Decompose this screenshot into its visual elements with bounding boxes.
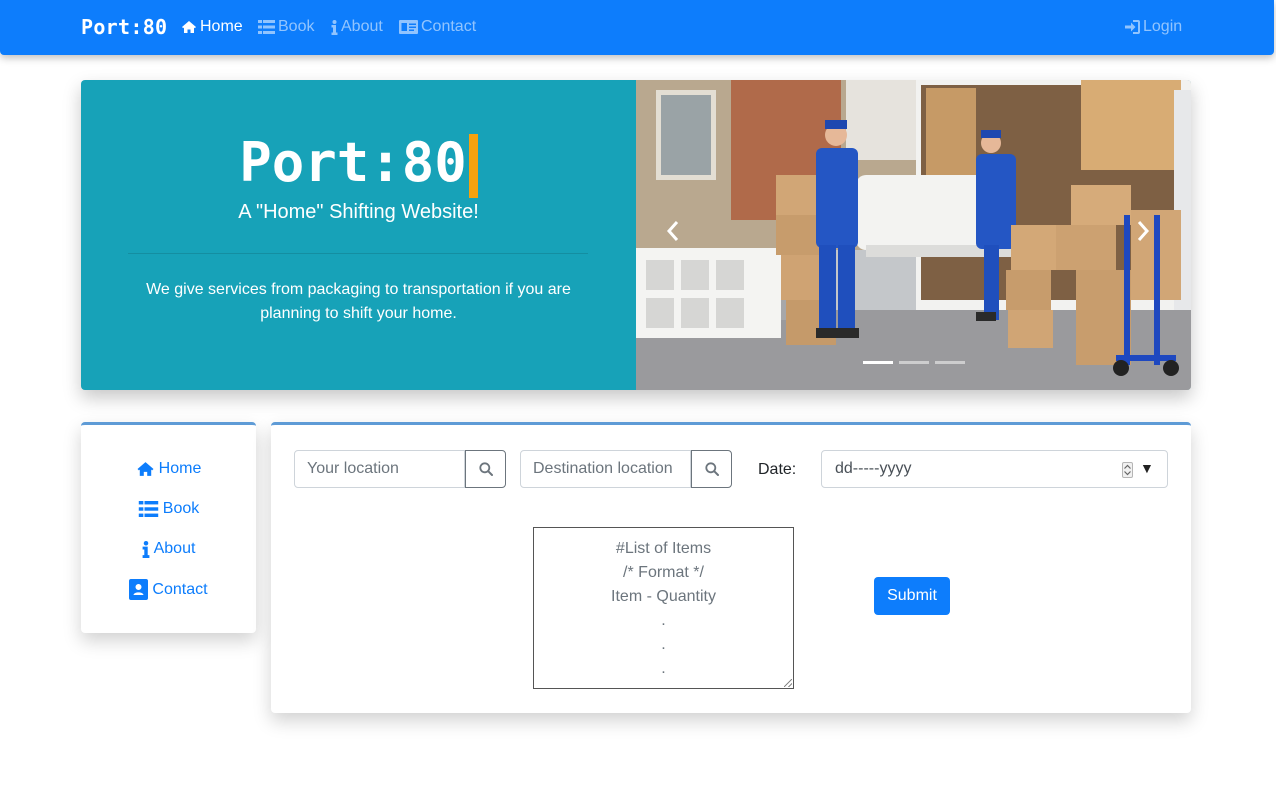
- hero-carousel[interactable]: [636, 80, 1191, 390]
- location-input[interactable]: [294, 450, 465, 488]
- destination-search-button[interactable]: [691, 450, 732, 488]
- info-icon: [331, 19, 338, 35]
- items-line: .: [661, 612, 666, 629]
- items-line: /* Format */: [623, 564, 704, 581]
- hero-description: We give services from packaging to trans…: [146, 281, 571, 322]
- chevron-left-icon[interactable]: [666, 220, 680, 242]
- sidebar-item-label: Contact: [152, 580, 208, 598]
- items-line: .: [661, 636, 666, 653]
- search-icon: [704, 462, 719, 476]
- carousel-indicators: [863, 361, 965, 364]
- nav-login-label: Login: [1143, 18, 1183, 35]
- items-list-textarea[interactable]: #List of Items /* Format */ Item - Quant…: [533, 527, 794, 689]
- nav-contact[interactable]: Contact: [399, 18, 476, 36]
- location-search-button[interactable]: [465, 450, 506, 488]
- carousel-indicator-1[interactable]: [863, 361, 893, 364]
- hero-title-text: Port:80: [239, 131, 467, 194]
- location-input-group: [294, 450, 506, 488]
- hero-divider: [128, 253, 588, 254]
- carousel-indicator-3[interactable]: [935, 361, 965, 364]
- date-value: dd-----yyyy: [835, 460, 912, 477]
- items-line: Item - Quantity: [611, 588, 716, 605]
- sidebar-item-label: Book: [162, 500, 200, 517]
- submit-button[interactable]: Submit: [874, 577, 950, 615]
- hero-subtitle: A "Home" Shifting Website!: [238, 201, 479, 223]
- typing-cursor: [468, 134, 478, 199]
- booking-form-card: Date: dd-----yyyy ▼ #List of Items /* Fo…: [271, 422, 1191, 713]
- search-icon: [478, 462, 493, 476]
- carousel-image: [636, 80, 1191, 390]
- items-line: #List of Items: [615, 540, 712, 557]
- nav-book-label: Book: [278, 18, 315, 35]
- spinner-arrows-icon: [1124, 464, 1131, 476]
- textarea-resize-handle[interactable]: [784, 679, 792, 687]
- nav-home[interactable]: Home: [181, 18, 243, 36]
- sidebar-item-label: Home: [158, 460, 202, 477]
- destination-input[interactable]: [520, 450, 691, 488]
- carousel-indicator-2[interactable]: [899, 361, 929, 364]
- hero-text-panel: Port:80 A "Home" Shifting Website! We gi…: [81, 80, 636, 390]
- items-placeholder: #List of Items /* Format */ Item - Quant…: [534, 537, 793, 681]
- sidebar-nav: Home Book About Contact: [81, 422, 256, 633]
- brand-logo[interactable]: Port:80: [81, 15, 167, 39]
- sidebar-item-book[interactable]: Book: [81, 500, 256, 518]
- sidebar-item-home[interactable]: Home: [81, 460, 256, 478]
- nav-about[interactable]: About: [331, 18, 383, 36]
- info-icon: [142, 540, 149, 558]
- contact-card-icon: [399, 20, 418, 34]
- nav-contact-label: Contact: [421, 18, 477, 35]
- hero-banner: Port:80 A "Home" Shifting Website! We gi…: [81, 80, 1191, 390]
- nav-about-label: About: [341, 18, 383, 35]
- hero-title: Port:80: [81, 128, 636, 199]
- nav-book[interactable]: Book: [258, 18, 314, 36]
- date-label: Date:: [758, 461, 797, 478]
- home-icon: [137, 462, 154, 476]
- nav-login[interactable]: Login: [1125, 18, 1182, 36]
- top-navbar: Port:80 Home Book About Contact Login: [0, 0, 1274, 55]
- date-input[interactable]: dd-----yyyy ▼: [821, 450, 1168, 488]
- sidebar-item-contact[interactable]: Contact: [81, 579, 256, 600]
- calendar-dropdown-icon[interactable]: ▼: [1140, 460, 1154, 476]
- nav-home-label: Home: [200, 18, 243, 35]
- contact-card-icon: [129, 579, 149, 600]
- items-line: .: [661, 660, 666, 677]
- date-spinner[interactable]: [1122, 462, 1133, 478]
- sidebar-item-label: About: [153, 540, 196, 557]
- sidebar-item-about[interactable]: About: [81, 540, 256, 558]
- list-icon: [258, 20, 275, 34]
- list-icon: [138, 501, 158, 517]
- sign-in-icon: [1125, 20, 1140, 34]
- home-icon: [182, 21, 196, 33]
- destination-input-group: [520, 450, 732, 488]
- chevron-right-icon[interactable]: [1136, 220, 1150, 242]
